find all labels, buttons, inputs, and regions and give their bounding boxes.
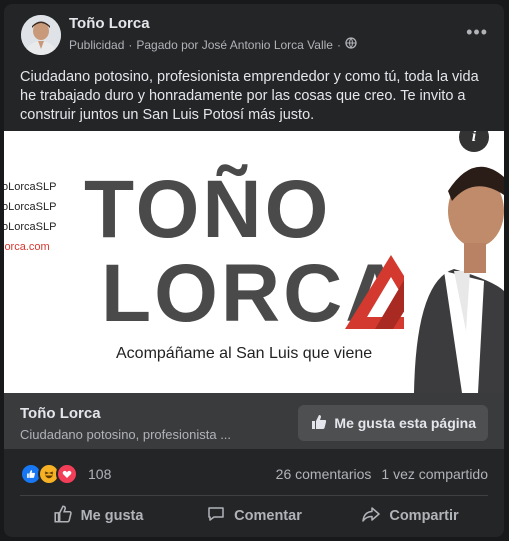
- reaction-count[interactable]: 108: [88, 466, 111, 482]
- reaction-icons[interactable]: [20, 463, 78, 485]
- comment-button[interactable]: Comentar: [176, 500, 332, 532]
- ad-website: lorca.com: [4, 241, 50, 253]
- like-page-label: Me gusta esta página: [334, 415, 476, 431]
- ad-title-line1: TOÑO: [84, 164, 332, 255]
- sponsored-label: Publicidad: [69, 37, 125, 52]
- post-meta: Publicidad · Pagado por José Antonio Lor…: [69, 37, 357, 52]
- post-text: Ciudadano potosino, profesionista empren…: [20, 69, 479, 123]
- page-description: Ciudadano potosino, profesionista ...: [20, 427, 232, 442]
- engagement-counts: 26 comentarios 1 vez compartido: [276, 466, 488, 482]
- share-icon: [361, 504, 381, 528]
- avatar[interactable]: [21, 15, 61, 55]
- globe-icon: [345, 37, 357, 52]
- like-page-button[interactable]: Me gusta esta página: [298, 405, 488, 441]
- meta-separator: ·: [128, 37, 133, 52]
- share-button[interactable]: Compartir: [332, 500, 488, 532]
- reaction-stats: 108 26 comentarios 1 vez compartido: [20, 462, 488, 486]
- ad-social-handle: oLorcaSLP: [4, 221, 57, 233]
- like-button[interactable]: Me gusta: [20, 500, 176, 532]
- ad-social-handle: oLorcaSLP: [4, 181, 57, 193]
- ad-social-handle: oLorcaSLP: [4, 201, 57, 213]
- divider: [20, 495, 488, 496]
- love-reaction-icon: [56, 463, 78, 485]
- ad-post-card: Toño Lorca Publicidad · Pagado por José …: [4, 4, 504, 537]
- share-label: Compartir: [389, 508, 459, 524]
- meta-separator: ·: [336, 37, 341, 52]
- post-actions: Me gusta Comentar Compartir: [20, 500, 488, 532]
- more-options-icon[interactable]: •••: [466, 22, 488, 43]
- comment-icon: [206, 504, 226, 528]
- comment-label: Comentar: [234, 508, 302, 524]
- author-name[interactable]: Toño Lorca: [69, 15, 150, 32]
- page-bar[interactable]: Toño Lorca Ciudadano potosino, profesion…: [4, 393, 504, 449]
- page-name[interactable]: Toño Lorca: [20, 405, 101, 422]
- ad-tagline: Acompáñame al San Luis que viene: [116, 345, 373, 362]
- ad-contact-links: oLorcaSLP oLorcaSLP oLorcaSLP lorca.com: [4, 177, 56, 257]
- comments-count[interactable]: 26 comentarios: [276, 466, 372, 482]
- thumbs-up-icon: [53, 504, 73, 528]
- shares-count[interactable]: 1 vez compartido: [381, 466, 488, 482]
- ad-image[interactable]: oLorcaSLP oLorcaSLP oLorcaSLP lorca.com …: [4, 131, 504, 393]
- like-label: Me gusta: [80, 508, 144, 524]
- thumbs-up-icon: [310, 413, 328, 434]
- paid-by-label[interactable]: Pagado por José Antonio Lorca Valle: [136, 38, 333, 52]
- post-header: Toño Lorca Publicidad · Pagado por José …: [4, 4, 504, 64]
- candidate-photo: [404, 131, 504, 393]
